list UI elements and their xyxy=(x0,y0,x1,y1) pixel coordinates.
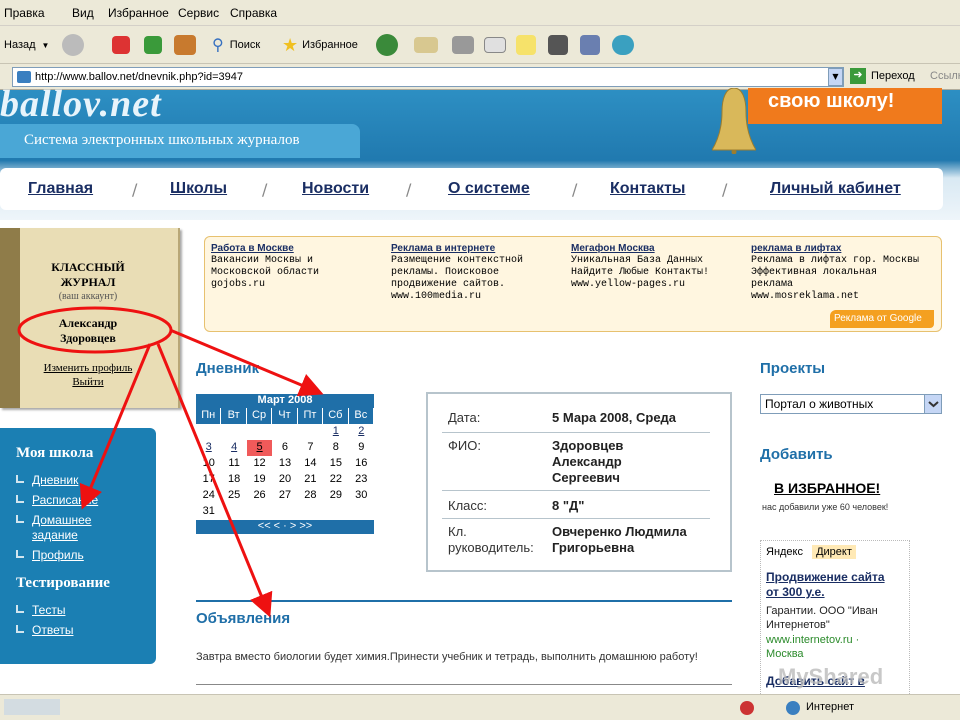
annotation-arrow xyxy=(169,328,324,397)
annotation-arrow xyxy=(156,343,273,618)
annotation-arrow xyxy=(79,343,152,510)
annotation-overlay xyxy=(17,306,324,618)
